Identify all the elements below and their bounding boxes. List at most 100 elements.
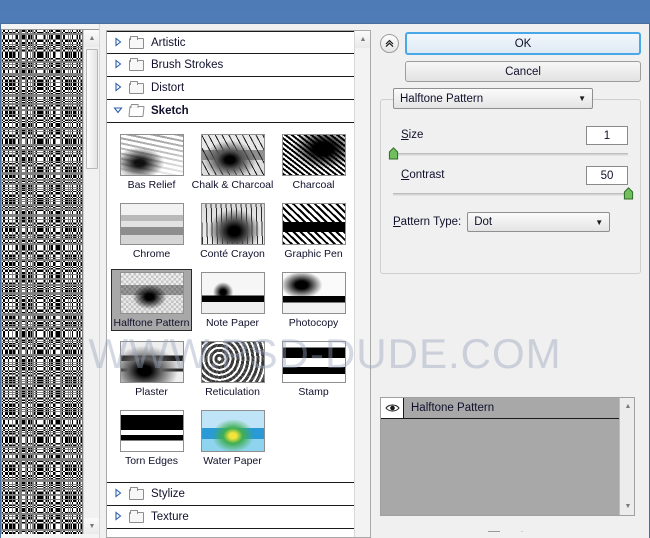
thumbnail-label: Plaster bbox=[135, 386, 168, 398]
thumbnail-image bbox=[119, 203, 184, 245]
cancel-button[interactable]: Cancel bbox=[405, 61, 641, 82]
category-row-sketch[interactable]: Sketch bbox=[107, 100, 356, 123]
thumbnail-image bbox=[200, 134, 265, 176]
filter-gallery-dialog: ▲ ▼ Artistic Brush Strokes Distort Sketch B… bbox=[0, 23, 650, 538]
preview-noise-overlay bbox=[2, 30, 84, 534]
thumbnail-image bbox=[200, 272, 265, 314]
preview-pane: ▲ ▼ bbox=[1, 24, 100, 538]
filter-list-scrollbar[interactable]: ▲ bbox=[354, 31, 370, 537]
pattern-type-accel: P bbox=[393, 216, 401, 228]
slider-label: Size bbox=[401, 129, 423, 141]
cancel-button-wrap: Cancel bbox=[405, 61, 641, 82]
pattern-type-value: Dot bbox=[474, 216, 493, 228]
ok-cancel-stack: OK Cancel bbox=[405, 32, 641, 82]
filter-browser-list: Artistic Brush Strokes Distort Sketch Bas R… bbox=[106, 30, 371, 538]
eye-icon[interactable] bbox=[381, 398, 404, 418]
ok-button-label: OK bbox=[514, 37, 532, 50]
thumbnail-image bbox=[119, 341, 184, 383]
triangle-down-icon[interactable] bbox=[113, 105, 127, 117]
thumbnail-image bbox=[119, 410, 184, 452]
folder-closed-icon bbox=[129, 58, 145, 71]
pattern-type-dropdown[interactable]: Dot ▼ bbox=[467, 212, 611, 232]
filter-thumbnail-torn-edges[interactable]: Torn Edges bbox=[111, 407, 192, 469]
filter-thumbnail-stamp[interactable]: Stamp bbox=[273, 338, 354, 400]
slider-label-rest: ize bbox=[408, 129, 424, 141]
category-group-top: Artistic Brush Strokes Distort Sketch bbox=[107, 31, 356, 123]
thumbnail-image bbox=[281, 272, 346, 314]
triangle-right-icon[interactable] bbox=[113, 82, 127, 94]
triangle-right-icon[interactable] bbox=[113, 59, 127, 71]
thumbnail-image bbox=[200, 203, 265, 245]
dialog-button-row: OK Cancel bbox=[380, 32, 641, 82]
slider-list: Size 1 Contrast 50 bbox=[388, 126, 634, 200]
effect-layers-scrollbar[interactable]: ▲ ▼ bbox=[619, 398, 634, 515]
slider-label-rest: ontrast bbox=[409, 169, 445, 181]
thumbnail-image bbox=[281, 341, 346, 383]
category-row-artistic[interactable]: Artistic bbox=[107, 31, 356, 54]
filter-thumbnail-cont-crayon[interactable]: Conté Crayon bbox=[192, 200, 273, 262]
filter-thumbnail-reticulation[interactable]: Reticulation bbox=[192, 338, 273, 400]
slider-track[interactable] bbox=[393, 187, 634, 200]
filter-thumbnail-chrome[interactable]: Chrome bbox=[111, 200, 192, 262]
effect-layer-name: Halftone Pattern bbox=[411, 402, 495, 414]
filter-thumbnail-note-paper[interactable]: Note Paper bbox=[192, 269, 273, 331]
layers-scroll-up-arrow[interactable]: ▲ bbox=[620, 398, 634, 415]
layers-scroll-down-arrow[interactable]: ▼ bbox=[620, 498, 634, 515]
preview-scroll-up-arrow[interactable]: ▲ bbox=[84, 30, 99, 47]
folder-closed-icon bbox=[129, 487, 145, 500]
category-row-stylize[interactable]: Stylize bbox=[107, 483, 356, 506]
filter-thumbnail-photocopy[interactable]: Photocopy bbox=[273, 269, 354, 331]
slider-header: Contrast 50 bbox=[393, 166, 628, 185]
thumbnail-label: Graphic Pen bbox=[284, 248, 343, 260]
effect-layer-row[interactable]: Halftone Pattern bbox=[381, 398, 621, 419]
filter-thumbnail-bas-relief[interactable]: Bas Relief bbox=[111, 131, 192, 193]
filter-name-dropdown[interactable]: Halftone Pattern ▼ bbox=[393, 88, 593, 109]
slider-value-input[interactable]: 1 bbox=[586, 126, 628, 145]
folder-closed-icon bbox=[129, 35, 145, 49]
category-label: Sketch bbox=[151, 105, 189, 117]
filter-thumbnail-halftone-pattern[interactable]: Halftone Pattern bbox=[111, 269, 192, 331]
cancel-button-label: Cancel bbox=[505, 65, 541, 78]
thumbnail-image bbox=[200, 341, 265, 383]
delete-effect-layer-icon[interactable] bbox=[515, 527, 529, 532]
filter-thumbnail-plaster[interactable]: Plaster bbox=[111, 338, 192, 400]
filter-settings-group: Halftone Pattern ▼ Size 1 Contrast 50 Patte… bbox=[380, 88, 641, 274]
ok-button[interactable]: OK bbox=[405, 32, 641, 55]
slider-track[interactable] bbox=[388, 147, 628, 160]
new-effect-layer-icon[interactable] bbox=[487, 527, 501, 532]
slider-label: Contrast bbox=[401, 169, 444, 181]
folder-closed-icon bbox=[129, 510, 145, 523]
folder-closed-icon bbox=[129, 81, 145, 94]
filter-preview-image[interactable]: ▲ ▼ bbox=[1, 29, 99, 534]
filter-thumbnail-graphic-pen[interactable]: Graphic Pen bbox=[273, 200, 354, 262]
triangle-right-icon[interactable] bbox=[113, 36, 127, 49]
chevron-down-icon: ▼ bbox=[595, 217, 604, 227]
category-row-brush-strokes[interactable]: Brush Strokes bbox=[107, 54, 356, 77]
slider-value-input[interactable]: 50 bbox=[586, 166, 628, 185]
slider-handle[interactable] bbox=[623, 187, 634, 200]
folder-open-icon bbox=[128, 105, 145, 117]
collapse-panel-button[interactable] bbox=[380, 34, 399, 53]
preview-scroll-down-arrow[interactable]: ▼ bbox=[84, 518, 99, 534]
preview-vertical-scrollbar[interactable]: ▲ ▼ bbox=[83, 30, 99, 534]
preview-scroll-thumb[interactable] bbox=[86, 49, 98, 169]
triangle-right-icon[interactable] bbox=[113, 488, 127, 500]
filter-thumbnail-water-paper[interactable]: Water Paper bbox=[192, 407, 273, 469]
thumbnail-image bbox=[200, 410, 265, 452]
triangle-right-icon[interactable] bbox=[113, 511, 127, 523]
filter-category-list: Artistic Brush Strokes Distort Sketch Bas R… bbox=[107, 31, 356, 529]
filter-scroll-up-arrow[interactable]: ▲ bbox=[355, 31, 370, 48]
thumbnail-label: Photocopy bbox=[288, 317, 339, 329]
category-label: Distort bbox=[151, 82, 185, 94]
filter-thumbnail-chalk-charcoal[interactable]: Chalk & Charcoal bbox=[192, 131, 273, 193]
thumbnail-image bbox=[281, 134, 346, 176]
filter-thumbnail-charcoal[interactable]: Charcoal bbox=[273, 131, 354, 193]
thumbnail-image bbox=[281, 203, 346, 245]
thumbnail-label: Reticulation bbox=[205, 386, 260, 398]
category-row-texture[interactable]: Texture bbox=[107, 506, 356, 529]
double-chevron-up-icon bbox=[384, 38, 395, 49]
category-row-distort[interactable]: Distort bbox=[107, 77, 356, 100]
slider-handle[interactable] bbox=[388, 147, 399, 160]
thumbnail-label: Charcoal bbox=[292, 179, 335, 191]
pattern-type-label-rest: attern Type: bbox=[400, 216, 462, 228]
